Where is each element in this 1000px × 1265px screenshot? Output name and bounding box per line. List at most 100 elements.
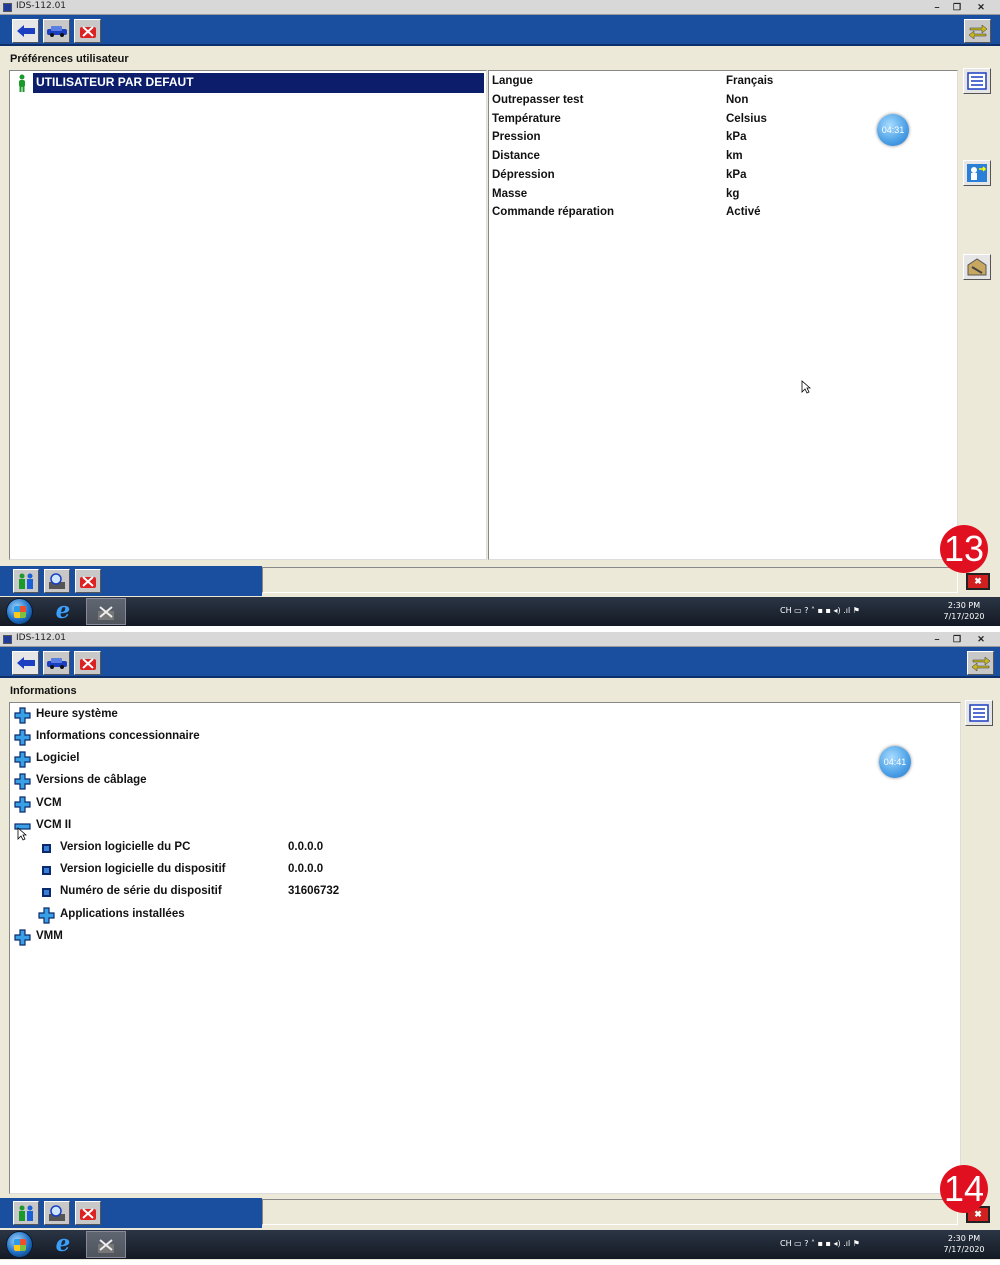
back-arrow-icon: [16, 25, 35, 37]
app-icon: [3, 635, 12, 644]
plus-expand-icon: [14, 773, 31, 790]
plus-expand-icon: [14, 796, 31, 813]
plus-expand-icon: [14, 707, 31, 724]
tree-node-label: Applications installées: [60, 908, 185, 920]
start-button[interactable]: [6, 1231, 33, 1258]
tree-node-label: Heure système: [36, 708, 118, 720]
swap-button[interactable]: [964, 19, 991, 43]
internet-explorer-icon[interactable]: e: [50, 599, 76, 624]
step-badge: 13: [940, 525, 988, 573]
minimize-button[interactable]: –: [926, 1, 948, 13]
diagnostics-button[interactable]: [44, 1201, 70, 1225]
mouse-cursor-icon: [801, 380, 811, 394]
settings-tools-button[interactable]: [963, 254, 991, 280]
timer-bubble: 04:31: [877, 114, 909, 146]
toolbox-button[interactable]: [75, 569, 101, 593]
tray-language: CH: [780, 1239, 792, 1248]
magnifier-computer-icon: [49, 1205, 65, 1221]
pref-key: Dépression: [492, 169, 555, 181]
pref-key: Outrepasser test: [492, 94, 584, 106]
tree-node-label: VCM: [36, 797, 62, 809]
tree-leaf-value: 0.0.0.0: [288, 841, 324, 853]
tray-language: CH: [780, 606, 792, 615]
user-list-item-default[interactable]: UTILISATEUR PAR DEFAUT: [33, 73, 484, 93]
screenshot-preferences: IDS-112.01 – ❐ ✕ Préférences utilisateur…: [0, 0, 1000, 626]
system-clock[interactable]: 2:30 PM 7/17/2020: [940, 1233, 988, 1255]
top-toolbar: [0, 15, 1000, 46]
pref-value: kg: [726, 188, 740, 200]
internet-explorer-icon[interactable]: e: [50, 1232, 76, 1257]
list-view-button[interactable]: [965, 700, 993, 726]
close-button[interactable]: ✕: [970, 633, 992, 645]
back-arrow-icon: [16, 657, 35, 669]
mouse-cursor-icon: [17, 827, 27, 841]
system-clock[interactable]: 2:30 PM 7/17/2020: [940, 600, 988, 622]
tools-button[interactable]: [74, 651, 101, 675]
tree-leaf-label: Version logicielle du PC: [60, 841, 191, 853]
taskbar-ids-button[interactable]: [86, 598, 126, 625]
pref-key: Commande réparation: [492, 206, 615, 218]
tree-leaf-value: 31606732: [288, 885, 340, 897]
tree-leaf-value: 0.0.0.0: [288, 863, 324, 875]
list-view-button[interactable]: [963, 68, 991, 94]
windows-taskbar: e CH ▭ ? ˄ ▪ ▪ ◂) .ıl ⚑ 2:30 PM 7/17/2020: [0, 597, 1000, 626]
status-field: [262, 567, 958, 593]
window-title: IDS-112.01: [16, 1, 67, 11]
leaf-bullet-icon: [42, 866, 51, 875]
maximize-button[interactable]: ❐: [946, 633, 968, 645]
tray-icons: ▭ ? ˄ ▪ ▪ ◂) .ıl ⚑: [794, 1239, 860, 1248]
swap-button[interactable]: [967, 651, 994, 675]
pref-value: Activé: [726, 206, 761, 218]
tree-node-label: VMM: [36, 930, 63, 942]
tools-button[interactable]: [74, 19, 101, 43]
exit-button[interactable]: ✖: [966, 573, 990, 590]
back-button[interactable]: [12, 651, 39, 675]
users-icon: [19, 1205, 33, 1221]
system-tray[interactable]: CH ▭ ? ˄ ▪ ▪ ◂) .ıl ⚑: [780, 606, 860, 615]
window-title: IDS-112.01: [16, 633, 67, 643]
toolbox-icon: [80, 1208, 96, 1220]
toolbox-button[interactable]: [75, 1201, 101, 1225]
toolbox-icon: [79, 26, 96, 38]
minimize-button[interactable]: –: [926, 633, 948, 645]
page-title: Préférences utilisateur: [10, 53, 129, 65]
diagnostics-button[interactable]: [44, 569, 70, 593]
pref-key: Pression: [492, 131, 541, 143]
tree-node-label: Versions de câblage: [36, 774, 147, 786]
tray-icons: ▭ ? ˄ ▪ ▪ ◂) .ıl ⚑: [794, 606, 860, 615]
bottom-toolbar: [0, 1198, 262, 1228]
users-icon: [19, 573, 33, 589]
windows-logo-icon: [14, 1239, 26, 1251]
leaf-bullet-icon: [42, 844, 51, 853]
pref-key: Langue: [492, 75, 533, 87]
tree-leaf-label: Version logicielle du dispositif: [60, 863, 226, 875]
users-button[interactable]: [13, 569, 39, 593]
magnifier-computer-icon: [49, 573, 65, 589]
vehicle-button[interactable]: [43, 19, 70, 43]
maximize-button[interactable]: ❐: [946, 1, 968, 13]
tree-node-label: Logiciel: [36, 752, 80, 764]
plus-expand-icon: [14, 751, 31, 768]
bottom-toolbar: [0, 566, 262, 596]
vehicle-button[interactable]: [43, 651, 70, 675]
windows-logo-icon: [14, 606, 26, 618]
start-button[interactable]: [6, 598, 33, 625]
users-button[interactable]: [13, 1201, 39, 1225]
tree-leaf-label: Numéro de série du dispositif: [60, 885, 222, 897]
ids-app-icon: [98, 605, 114, 620]
window-titlebar: IDS-112.01 – ❐ ✕: [0, 632, 1000, 647]
close-button[interactable]: ✕: [970, 1, 992, 13]
ids-app-icon: [98, 1238, 114, 1253]
user-transfer-button[interactable]: [963, 160, 991, 186]
system-tray[interactable]: CH ▭ ? ˄ ▪ ▪ ◂) .ıl ⚑: [780, 1239, 860, 1248]
information-tree-panel: [9, 702, 961, 1194]
pref-value: Français: [726, 75, 774, 87]
toolbox-icon: [80, 576, 96, 588]
right-sidebar: [958, 62, 1000, 562]
clock-date: 7/17/2020: [943, 1245, 985, 1254]
back-button[interactable]: [12, 19, 39, 43]
status-field: [262, 1199, 958, 1225]
taskbar-ids-button[interactable]: [86, 1231, 126, 1258]
top-toolbar: [0, 647, 1000, 678]
car-icon: [46, 26, 67, 37]
